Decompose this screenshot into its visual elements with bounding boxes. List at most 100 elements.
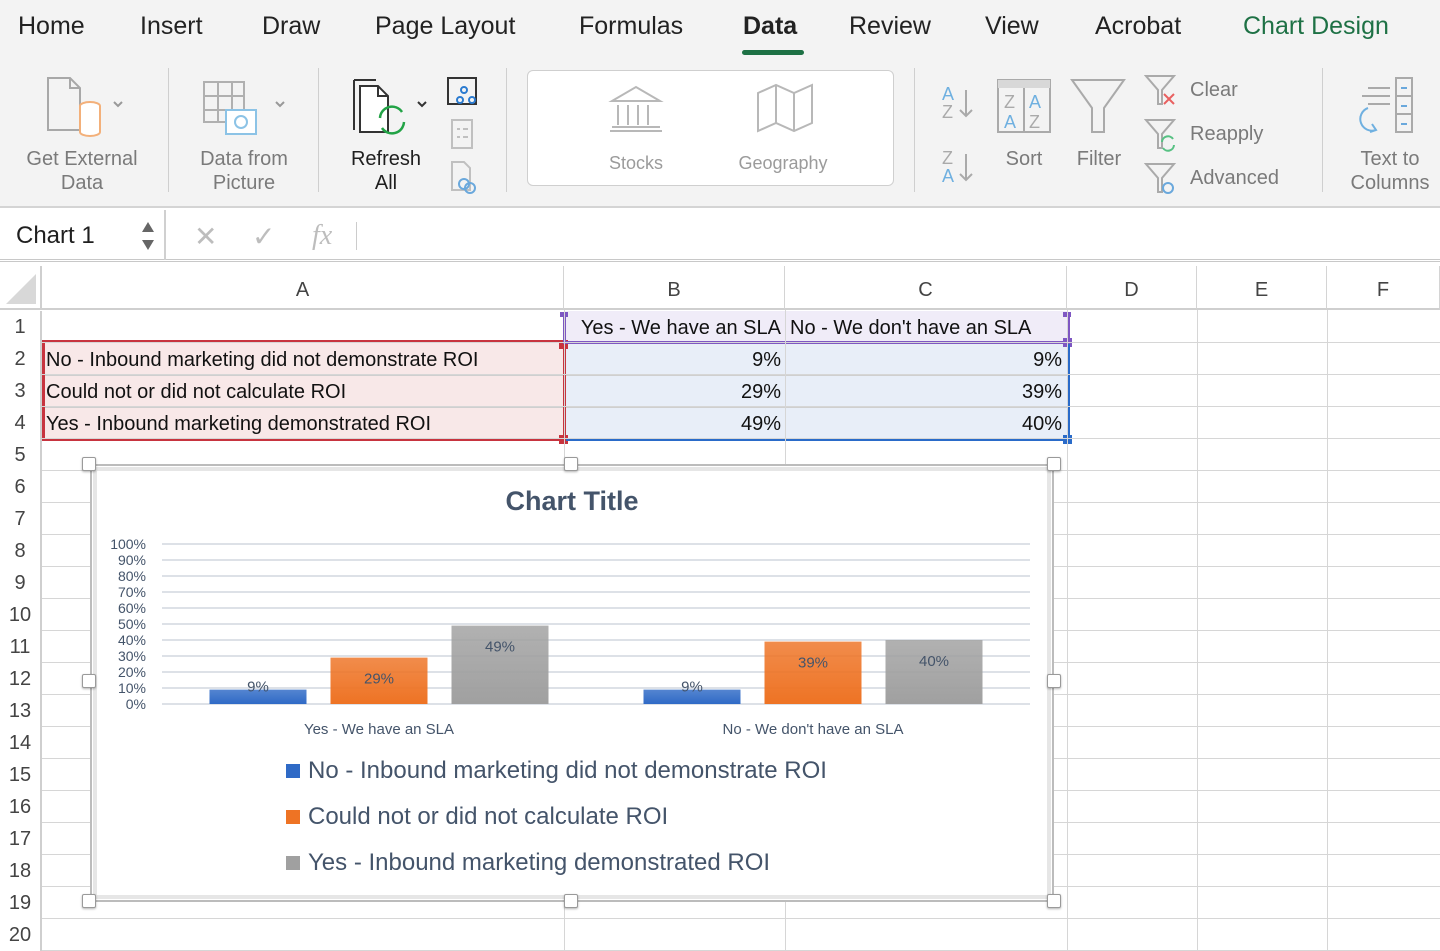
column-header-b[interactable]: B (564, 266, 785, 310)
tab-draw[interactable]: Draw (262, 12, 320, 41)
chart-object[interactable]: Chart Title 0% 10% 20% 30% 40% 50% 60% 70% 80% 90%… (90, 464, 1054, 902)
row-header-12[interactable]: 12 (0, 663, 42, 695)
tab-home[interactable]: Home (18, 12, 85, 41)
ribbon-separator (1322, 68, 1323, 192)
data-label: 39% (798, 655, 828, 672)
ribbon-separator (506, 68, 507, 192)
name-box-stepper-icon[interactable] (140, 218, 156, 254)
resize-handle-top-right[interactable] (1047, 457, 1061, 471)
row-header-14[interactable]: 14 (0, 727, 42, 759)
row-header-3[interactable]: 3 (0, 375, 42, 407)
row-header-1[interactable]: 1 (0, 311, 42, 343)
data-label: 9% (681, 679, 703, 696)
row-header-20[interactable]: 20 (0, 919, 42, 951)
sort-label: Sort (1005, 148, 1043, 170)
resize-handle-bottom-right[interactable] (1047, 894, 1061, 908)
geography-label: Geography (738, 153, 828, 173)
svg-text:Z: Z (942, 102, 953, 122)
y-tick-label: 0% (126, 696, 146, 712)
tab-insert[interactable]: Insert (140, 12, 203, 41)
row-header-5[interactable]: 5 (0, 439, 42, 471)
row-header-6[interactable]: 6 (0, 471, 42, 503)
resize-handle-bottom-left[interactable] (82, 894, 96, 908)
bar-3-1 (451, 625, 549, 704)
tab-formulas[interactable]: Formulas (579, 12, 683, 41)
legend-swatch-2 (286, 810, 300, 824)
svg-text:A: A (942, 166, 954, 186)
edit-links-icon[interactable] (450, 160, 478, 194)
text-to-columns-icon (1359, 77, 1413, 133)
advanced-label: Advanced (1190, 167, 1279, 189)
range-border-values (566, 344, 1070, 441)
row-header-18[interactable]: 18 (0, 855, 42, 887)
name-box[interactable]: Chart 1 (0, 210, 166, 260)
cancel-icon[interactable]: ✕ (194, 220, 217, 253)
row-header-8[interactable]: 8 (0, 535, 42, 567)
geography-map-icon (757, 83, 813, 133)
svg-text:Z: Z (1029, 112, 1040, 132)
resize-handle-top-left[interactable] (82, 457, 96, 471)
enter-check-icon[interactable]: ✓ (252, 220, 275, 253)
resize-handle-bottom[interactable] (564, 894, 578, 908)
tab-chart-design[interactable]: Chart Design (1243, 12, 1389, 41)
data-from-picture-label: Data from Picture (200, 148, 288, 194)
queries-connections-icon[interactable] (446, 76, 480, 108)
row-header-4[interactable]: 4 (0, 407, 42, 439)
chart-svg: Chart Title0%10%20%30%40%50%60%70%80%90%… (110, 486, 1030, 876)
row-header-9[interactable]: 9 (0, 567, 42, 599)
sort-icon: Z A A Z (997, 79, 1051, 133)
column-header-f[interactable]: F (1327, 266, 1440, 310)
formula-divider (356, 222, 357, 250)
data-types-gallery: Stocks Geography (527, 70, 894, 186)
row-header-11[interactable]: 11 (0, 631, 42, 663)
legend-swatch-3 (286, 856, 300, 870)
row-gridline (42, 342, 1440, 343)
y-tick-label: 30% (118, 648, 146, 664)
stocks-label: Stocks (608, 153, 664, 173)
y-tick-label: 100% (110, 536, 146, 552)
column-header-e[interactable]: E (1197, 266, 1327, 310)
column-header-a[interactable]: A (42, 266, 564, 310)
row-header-7[interactable]: 7 (0, 503, 42, 535)
active-tab-indicator (742, 50, 804, 55)
sort-ascending-icon[interactable]: A Z (940, 84, 980, 122)
tab-page-layout[interactable]: Page Layout (375, 12, 515, 41)
bar-2-2 (764, 641, 862, 704)
ribbon-separator (914, 68, 915, 192)
resize-handle-right[interactable] (1047, 674, 1061, 688)
row-header-2[interactable]: 2 (0, 343, 42, 375)
row-header-16[interactable]: 16 (0, 791, 42, 823)
row-header-17[interactable]: 17 (0, 823, 42, 855)
svg-text:A: A (942, 84, 954, 104)
chart-title: Chart Title (505, 486, 638, 516)
resize-handle-left[interactable] (82, 674, 96, 688)
row-header-15[interactable]: 15 (0, 759, 42, 791)
data-label: 9% (247, 679, 269, 696)
data-label: 40% (919, 653, 949, 670)
data-label: 49% (485, 639, 515, 656)
column-header-c[interactable]: C (785, 266, 1067, 310)
sort-descending-icon[interactable]: Z A (940, 148, 980, 186)
y-tick-label: 90% (118, 552, 146, 568)
x-tick-label: Yes - We have an SLA (304, 721, 454, 738)
row-header-13[interactable]: 13 (0, 695, 42, 727)
svg-text:Z: Z (1004, 92, 1015, 112)
legend-label-2: Could not or did not calculate ROI (308, 803, 668, 830)
legend-swatch-1 (286, 764, 300, 778)
row-header-10[interactable]: 10 (0, 599, 42, 631)
row-header-19[interactable]: 19 (0, 887, 42, 919)
svg-text:A: A (1004, 112, 1016, 132)
y-tick-label: 50% (118, 616, 146, 632)
filter-label: Filter (1076, 148, 1122, 170)
tab-acrobat[interactable]: Acrobat (1095, 12, 1181, 41)
properties-icon[interactable] (450, 118, 476, 150)
tab-data[interactable]: Data (743, 12, 797, 41)
tab-review[interactable]: Review (849, 12, 931, 41)
select-all-corner[interactable] (0, 266, 42, 310)
column-header-d[interactable]: D (1067, 266, 1197, 310)
tab-view[interactable]: View (985, 12, 1039, 41)
insert-function-icon[interactable]: fx (312, 220, 332, 252)
formula-input[interactable] (370, 216, 1430, 256)
resize-handle-top[interactable] (564, 457, 578, 471)
get-external-data-label: Get External Data (26, 148, 138, 194)
